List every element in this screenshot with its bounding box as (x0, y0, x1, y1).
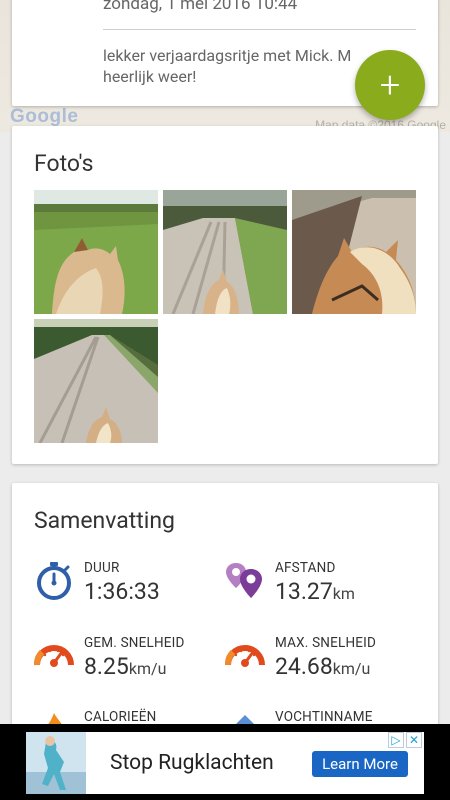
learn-more-button[interactable]: Learn More (312, 751, 408, 777)
stat-calories-label: CALORIEËN (84, 709, 157, 725)
photo-1[interactable] (34, 190, 158, 314)
stat-distance-number: 13.27 (275, 578, 333, 605)
stat-avg-speed-value: 8.25km/u (84, 653, 166, 680)
photo-1-image (34, 190, 158, 314)
stat-distance-unit: km (332, 584, 355, 603)
close-icon[interactable]: ✕ (406, 732, 422, 748)
summary-title: Samenvatting (34, 507, 175, 534)
photos-title: Foto's (34, 150, 94, 177)
stopwatch-icon (37, 562, 71, 600)
stat-distance-value: 13.27km (275, 578, 355, 605)
ad-image-graphic (26, 732, 86, 794)
summary-card: Samenvatting DUUR 1:36:33 AFSTAND 13.27k… (12, 483, 438, 743)
map-pins-icon (226, 563, 262, 598)
ad-image (26, 732, 86, 794)
photo-2[interactable] (163, 190, 287, 314)
photos-card: Foto's (12, 126, 438, 464)
stat-max-speed-number: 24.68 (275, 653, 333, 680)
stat-avg-speed-number: 8.25 (84, 653, 129, 680)
plus-icon: + (379, 64, 401, 106)
stat-max-speed-label: MAX. SNELHEID (275, 635, 377, 651)
speedometer-icon (34, 645, 74, 667)
photo-4-image (34, 319, 158, 443)
stat-avg-speed-label: GEM. SNELHEID (84, 635, 185, 651)
stat-duration-label: DUUR (84, 560, 120, 576)
ad-banner: Stop Rugklachten Learn More ▷ ✕ (0, 724, 450, 800)
ad-choices-icon[interactable]: ▷ (388, 732, 404, 748)
stat-max-speed-value: 24.68km/u (275, 653, 370, 680)
speedometer-icon (225, 645, 265, 667)
ad-choices[interactable]: ▷ ✕ (388, 732, 422, 748)
stat-max-speed: MAX. SNELHEID 24.68km/u (225, 635, 425, 685)
stat-max-speed-unit: km/u (332, 659, 371, 678)
note-divider (103, 29, 416, 30)
stat-duration: DUUR 1:36:33 (34, 560, 214, 610)
stat-duration-number: 1:36:33 (84, 578, 160, 605)
stat-distance: AFSTAND 13.27km (225, 560, 425, 610)
stat-avg-speed: GEM. SNELHEID 8.25km/u (34, 635, 224, 685)
note-date: zondag, 1 mei 2016 10:44 (103, 0, 298, 14)
stat-distance-label: AFSTAND (275, 560, 336, 576)
ad-content[interactable]: Stop Rugklachten Learn More ▷ ✕ (26, 732, 424, 794)
google-logo: Google (10, 106, 79, 127)
stat-avg-speed-unit: km/u (128, 659, 167, 678)
stat-duration-value: 1:36:33 (84, 578, 160, 605)
ad-headline: Stop Rugklachten (110, 751, 274, 775)
photo-3[interactable] (292, 190, 416, 314)
photo-2-image (163, 190, 287, 314)
photo-4[interactable] (34, 319, 158, 443)
add-button[interactable]: + (355, 50, 425, 120)
stat-hydration-label: VOCHTINNAME (275, 709, 373, 725)
photo-3-image (292, 190, 416, 314)
